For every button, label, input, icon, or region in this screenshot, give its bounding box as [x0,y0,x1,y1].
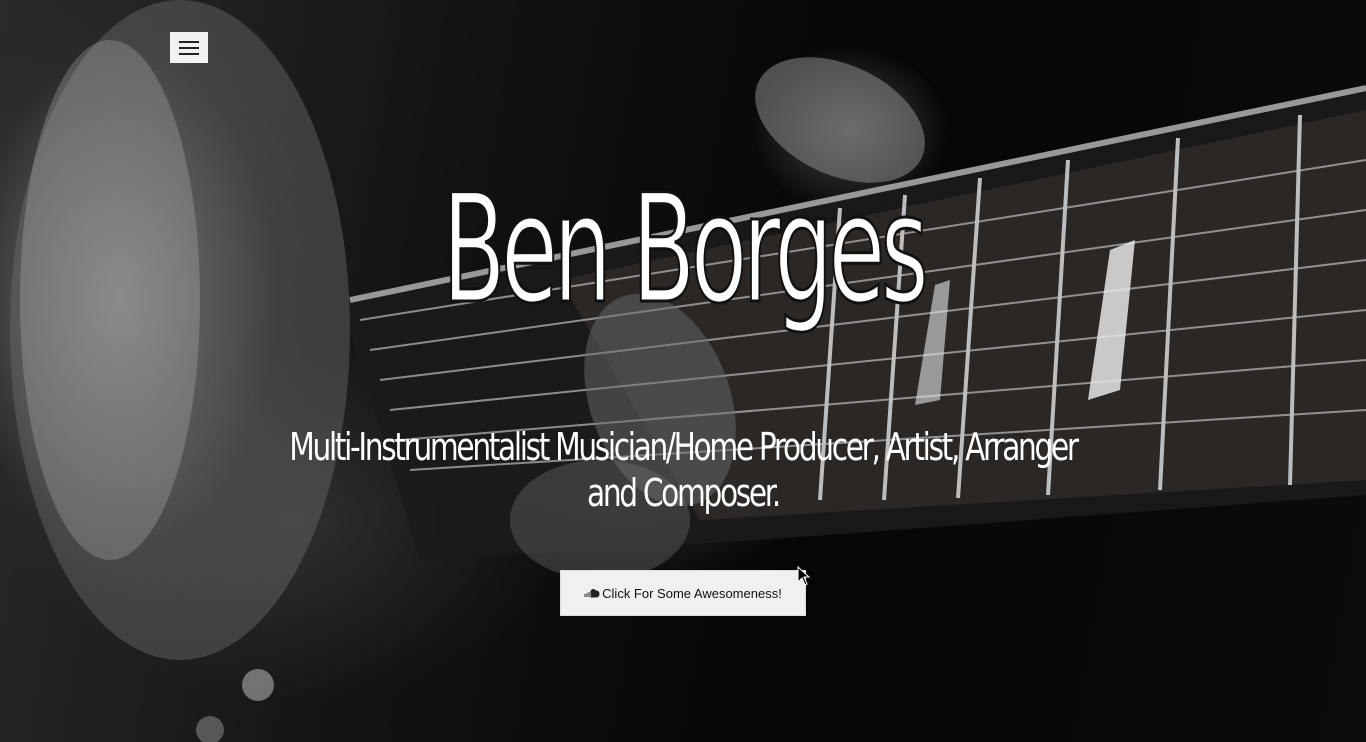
tagline-text: Multi-Instrumentalist Musician/Home Prod… [289,425,1079,515]
tagline: Multi-Instrumentalist Musician/Home Prod… [289,424,1079,516]
hamburger-icon-line [179,52,199,55]
hamburger-icon-line [179,46,199,49]
hamburger-icon [179,40,199,43]
site-title: Ben Borges [441,162,930,339]
hero-section: Ben Borges Multi-Instrumentalist Musicia… [0,0,1366,742]
awesomeness-button[interactable]: Click For Some Awesomeness! [560,570,806,616]
soundcloud-icon [584,589,600,598]
awesomeness-button-label: Click For Some Awesomeness! [602,585,782,601]
menu-toggle-button[interactable] [170,32,208,63]
guitar-background-image [10,0,1366,742]
mouse-cursor-icon [797,566,811,586]
